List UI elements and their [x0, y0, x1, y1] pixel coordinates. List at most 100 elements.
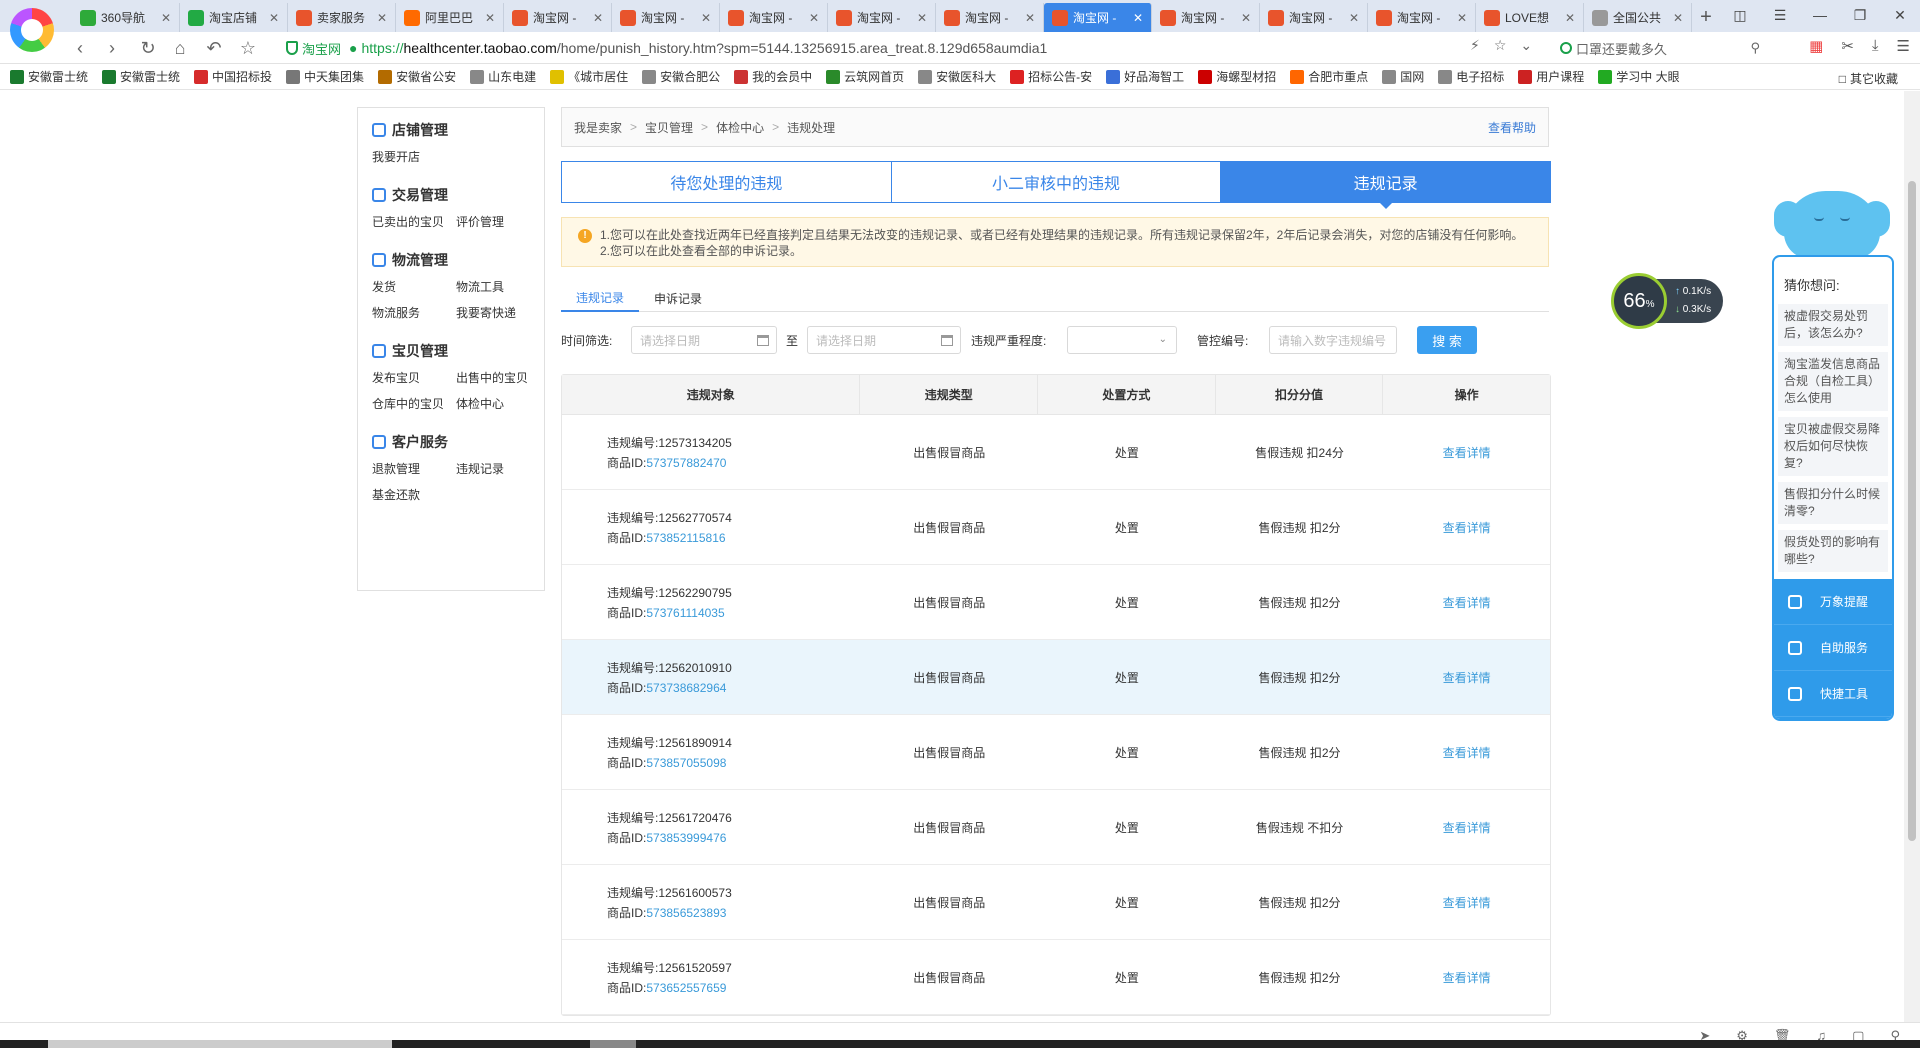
- item-id-link[interactable]: 573738682964: [646, 681, 726, 695]
- menu-item[interactable]: 发货: [372, 278, 456, 295]
- bookmark-item[interactable]: 招标公告-安: [1010, 68, 1092, 85]
- assistant-button[interactable]: 快捷工具: [1774, 671, 1892, 717]
- browser-search[interactable]: 口罩还要戴多久 ⚲: [1560, 37, 1760, 59]
- assistant-button[interactable]: 自助服务: [1774, 625, 1892, 671]
- browser-tab[interactable]: 淘宝网 - ✕: [828, 3, 936, 32]
- bookmark-item[interactable]: 中天集团集: [286, 68, 364, 85]
- network-speed-widget[interactable]: ↑ 0.1K/s ↓ 0.3K/s 66%: [1611, 273, 1731, 329]
- main-tab[interactable]: 违规记录: [1221, 161, 1552, 209]
- more-menu-icon[interactable]: ☰: [1897, 37, 1910, 55]
- item-id-link[interactable]: 573856523893: [646, 906, 726, 920]
- browser-tab[interactable]: 360导航 ✕: [72, 3, 180, 32]
- browser-tab[interactable]: 淘宝网 - ✕: [1368, 3, 1476, 32]
- browser-tab[interactable]: 淘宝网 - ✕: [1260, 3, 1368, 32]
- main-tab[interactable]: 小二审核中的违规: [891, 161, 1222, 203]
- sub-tab[interactable]: 申诉记录: [639, 284, 717, 312]
- item-id-link[interactable]: 573857055098: [646, 756, 726, 770]
- help-link[interactable]: 查看帮助: [1488, 119, 1536, 136]
- tab-close-icon[interactable]: ✕: [1025, 11, 1035, 25]
- breadcrumb-item[interactable]: 宝贝管理: [645, 119, 693, 136]
- view-details-link[interactable]: 查看详情: [1443, 669, 1491, 686]
- control-number-input[interactable]: 请输入数字违规编号: [1269, 326, 1398, 354]
- browser-tab[interactable]: 阿里巴巴 ✕: [396, 3, 504, 32]
- suggested-question[interactable]: 宝贝被虚假交易降权后如何尽快恢复?: [1778, 417, 1888, 476]
- bookmark-item[interactable]: 安徽雷士统: [10, 68, 88, 85]
- bookmark-item[interactable]: 中国招标投: [194, 68, 272, 85]
- chevron-down-icon[interactable]: ⌄: [1520, 37, 1532, 54]
- refresh-icon[interactable]: ↻: [136, 37, 160, 59]
- assistant-button[interactable]: 万象提醒: [1774, 579, 1892, 625]
- tab-close-icon[interactable]: ✕: [917, 11, 927, 25]
- view-details-link[interactable]: 查看详情: [1443, 519, 1491, 536]
- tab-close-icon[interactable]: ✕: [1133, 11, 1143, 25]
- search-button[interactable]: 搜 索: [1417, 326, 1478, 354]
- breadcrumb-item[interactable]: 我是卖家: [574, 119, 622, 136]
- star-icon[interactable]: ☆: [236, 37, 260, 59]
- search-icon[interactable]: ⚲: [1750, 40, 1760, 56]
- bookmark-item[interactable]: 山东电建: [470, 68, 536, 85]
- menu-item[interactable]: 已卖出的宝贝: [372, 213, 456, 230]
- bookmark-item[interactable]: 国网: [1382, 68, 1424, 85]
- download-icon[interactable]: ⤓: [1872, 37, 1879, 55]
- menu-item[interactable]: 体检中心: [456, 395, 540, 412]
- menu-item[interactable]: 物流服务: [372, 304, 456, 321]
- shirt-icon[interactable]: ◫: [1720, 0, 1760, 30]
- bookmark-item[interactable]: 我的会员中: [734, 68, 812, 85]
- restore-icon[interactable]: ❐: [1840, 0, 1880, 30]
- menu-item[interactable]: 出售中的宝贝: [456, 369, 540, 386]
- bookmark-item[interactable]: 合肥市重点: [1290, 68, 1368, 85]
- browser-tab[interactable]: 淘宝网 - ✕: [504, 3, 612, 32]
- scissors-icon[interactable]: ✂: [1841, 37, 1854, 55]
- menu-item[interactable]: 仓库中的宝贝: [372, 395, 456, 412]
- close-window-icon[interactable]: ✕: [1880, 0, 1920, 30]
- address-bar[interactable]: 淘宝网 ● https://healthcenter.taobao.com/ho…: [286, 36, 1526, 60]
- tab-close-icon[interactable]: ✕: [593, 11, 603, 25]
- bookmark-item[interactable]: 安徽医科大: [918, 68, 996, 85]
- lightning-icon[interactable]: ⚡: [1470, 37, 1480, 54]
- bookmark-item[interactable]: 云筑网首页: [826, 68, 904, 85]
- browser-tab[interactable]: 淘宝网 - ✕: [1044, 3, 1152, 32]
- view-details-link[interactable]: 查看详情: [1443, 969, 1491, 986]
- severity-select[interactable]: ⌄: [1067, 326, 1178, 354]
- apps-grid-icon[interactable]: ▦: [1809, 37, 1823, 55]
- view-details-link[interactable]: 查看详情: [1443, 894, 1491, 911]
- browser-tab[interactable]: 全国公共 ✕: [1584, 3, 1692, 32]
- start-date-input[interactable]: 请选择日期: [631, 326, 777, 354]
- bookmark-item[interactable]: 安徽省公安: [378, 68, 456, 85]
- item-id-link[interactable]: 573853999476: [646, 831, 726, 845]
- bookmark-item[interactable]: 好品海智工: [1106, 68, 1184, 85]
- browser-logo-icon[interactable]: [10, 8, 54, 52]
- view-details-link[interactable]: 查看详情: [1443, 819, 1491, 836]
- bookmark-item[interactable]: 《城市居住: [550, 68, 628, 85]
- page-scrollbar[interactable]: [1904, 91, 1920, 1035]
- menu-item[interactable]: 发布宝贝: [372, 369, 456, 386]
- menu-item[interactable]: 物流工具: [456, 278, 540, 295]
- menu-item[interactable]: 我要寄快递: [456, 304, 540, 321]
- menu-item[interactable]: 基金还款: [372, 486, 456, 503]
- suggested-question[interactable]: 售假扣分什么时候清零?: [1778, 482, 1888, 524]
- menu-icon[interactable]: ☰: [1760, 0, 1800, 30]
- item-id-link[interactable]: 573852115816: [646, 531, 725, 545]
- bookmark-item[interactable]: 安徽雷士统: [102, 68, 180, 85]
- browser-tab[interactable]: 淘宝网 - ✕: [612, 3, 720, 32]
- tab-close-icon[interactable]: ✕: [1457, 11, 1467, 25]
- browser-tab[interactable]: 淘宝网 - ✕: [1152, 3, 1260, 32]
- suggested-question[interactable]: 假货处罚的影响有哪些?: [1778, 530, 1888, 572]
- tab-close-icon[interactable]: ✕: [809, 11, 819, 25]
- bookmark-item[interactable]: 电子招标: [1438, 68, 1504, 85]
- bookmark-item[interactable]: 学习中 大眼: [1598, 68, 1680, 85]
- menu-item[interactable]: 我要开店: [372, 148, 456, 165]
- home-icon[interactable]: ⌂: [168, 37, 192, 59]
- menu-item[interactable]: 退款管理: [372, 460, 456, 477]
- tab-close-icon[interactable]: ✕: [1565, 11, 1575, 25]
- end-date-input[interactable]: 请选择日期: [807, 326, 962, 354]
- breadcrumb-item[interactable]: 体检中心: [716, 119, 764, 136]
- bookmark-item[interactable]: 海螺型材招: [1198, 68, 1276, 85]
- menu-item[interactable]: 评价管理: [456, 213, 540, 230]
- tab-close-icon[interactable]: ✕: [1349, 11, 1359, 25]
- tab-close-icon[interactable]: ✕: [161, 11, 171, 25]
- bookmark-item[interactable]: 用户课程: [1518, 68, 1584, 85]
- suggested-question[interactable]: 淘宝滥发信息商品合规（自检工具）怎么使用: [1778, 352, 1888, 411]
- elephant-mascot-icon[interactable]: [1774, 191, 1890, 259]
- tab-close-icon[interactable]: ✕: [269, 11, 279, 25]
